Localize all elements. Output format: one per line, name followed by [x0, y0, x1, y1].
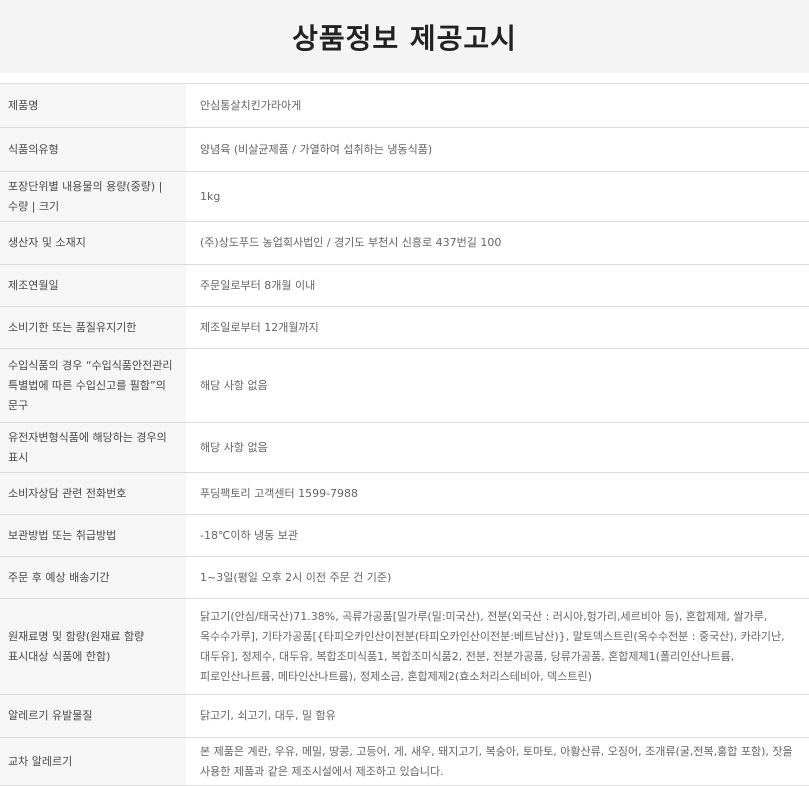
- row-label: 보관방법 또는 취급방법: [0, 514, 186, 557]
- product-info-table: 제품명 안심통살치킨가라아게 식품의유형 양념육 (비살균제품 / 가열하여 섭…: [0, 83, 809, 786]
- info-row-customer-phone: 소비자상담 관련 전화번호 푸딩팩토리 고객센터 1599-7988: [0, 472, 809, 515]
- row-label: 원재료명 및 함량(원재료 함량 표시대상 식품에 한함): [0, 598, 186, 695]
- row-value: 안심통살치킨가라아게: [186, 83, 809, 128]
- row-label: 포장단위별 내용물의 용량(중량) | 수량 | 크기: [0, 171, 186, 222]
- row-value: 본 제품은 계란, 우유, 메밀, 땅콩, 고등어, 게, 새우, 돼지고기, …: [186, 737, 809, 786]
- row-value: -18℃이하 냉동 보관: [186, 514, 809, 557]
- row-label: 소비기한 또는 품질유지기한: [0, 306, 186, 349]
- row-value: 닭고기, 쇠고기, 대두, 밀 함유: [186, 694, 809, 738]
- info-row-delivery: 주문 후 예상 배송기간 1~3일(평일 오후 2시 이전 주문 건 기준): [0, 556, 809, 599]
- row-label: 교차 알레르기: [0, 737, 186, 786]
- info-row-ingredients: 원재료명 및 함량(원재료 함량 표시대상 식품에 한함) 닭고기(안심/태국산…: [0, 598, 809, 695]
- info-row-expiry: 소비기한 또는 품질유지기한 제조일로부터 12개월까지: [0, 306, 809, 349]
- info-row-product-name: 제품명 안심통살치킨가라아게: [0, 83, 809, 128]
- row-value: 양념육 (비살균제품 / 가열하여 섭취하는 냉동식품): [186, 127, 809, 172]
- info-row-food-type: 식품의유형 양념육 (비살균제품 / 가열하여 섭취하는 냉동식품): [0, 127, 809, 172]
- row-value: 해당 사항 없음: [186, 348, 809, 423]
- info-row-allergens: 알레르기 유발물질 닭고기, 쇠고기, 대두, 밀 함유: [0, 694, 809, 738]
- row-value: 제조일로부터 12개월까지: [186, 306, 809, 349]
- info-row-storage: 보관방법 또는 취급방법 -18℃이하 냉동 보관: [0, 514, 809, 557]
- row-label: 제품명: [0, 83, 186, 128]
- info-row-cross-allergy: 교차 알레르기 본 제품은 계란, 우유, 메밀, 땅콩, 고등어, 게, 새우…: [0, 737, 809, 786]
- row-label: 소비자상담 관련 전화번호: [0, 472, 186, 515]
- row-label: 유전자변형식품에 해당하는 경우의 표시: [0, 422, 186, 473]
- page-title: 상품정보 제공고시: [292, 21, 517, 55]
- row-value: 해당 사항 없음: [186, 422, 809, 473]
- header-spacer: [0, 73, 809, 83]
- info-row-manufacture-date: 제조연월일 주문일로부터 8개월 이내: [0, 264, 809, 307]
- row-label: 식품의유형: [0, 127, 186, 172]
- row-value: 1~3일(평일 오후 2시 이전 주문 건 기준): [186, 556, 809, 599]
- row-label: 수입식품의 경우 “수입식품안전관리 특별법에 따른 수입신고를 필함”의 문구: [0, 348, 186, 423]
- row-label: 알레르기 유발물질: [0, 694, 186, 738]
- row-value: 닭고기(안심/태국산)71.38%, 곡류가공품[밀가루(밀:미국산), 전분(…: [186, 598, 809, 695]
- info-row-gmo: 유전자변형식품에 해당하는 경우의 표시 해당 사항 없음: [0, 422, 809, 473]
- row-label: 제조연월일: [0, 264, 186, 307]
- page-header: 상품정보 제공고시: [0, 0, 809, 73]
- row-value: 주문일로부터 8개월 이내: [186, 264, 809, 307]
- row-value: 푸딩팩토리 고객센터 1599-7988: [186, 472, 809, 515]
- row-label: 생산자 및 소재지: [0, 221, 186, 265]
- row-label: 주문 후 예상 배송기간: [0, 556, 186, 599]
- info-row-package-size: 포장단위별 내용물의 용량(중량) | 수량 | 크기 1kg: [0, 171, 809, 222]
- row-value: 1kg: [186, 171, 809, 222]
- info-row-producer: 생산자 및 소재지 (주)상도푸드 농업회사법인 / 경기도 부천시 신흥로 4…: [0, 221, 809, 265]
- info-row-import-notice: 수입식품의 경우 “수입식품안전관리 특별법에 따른 수입신고를 필함”의 문구…: [0, 348, 809, 423]
- row-value: (주)상도푸드 농업회사법인 / 경기도 부천시 신흥로 437번길 100: [186, 221, 809, 265]
